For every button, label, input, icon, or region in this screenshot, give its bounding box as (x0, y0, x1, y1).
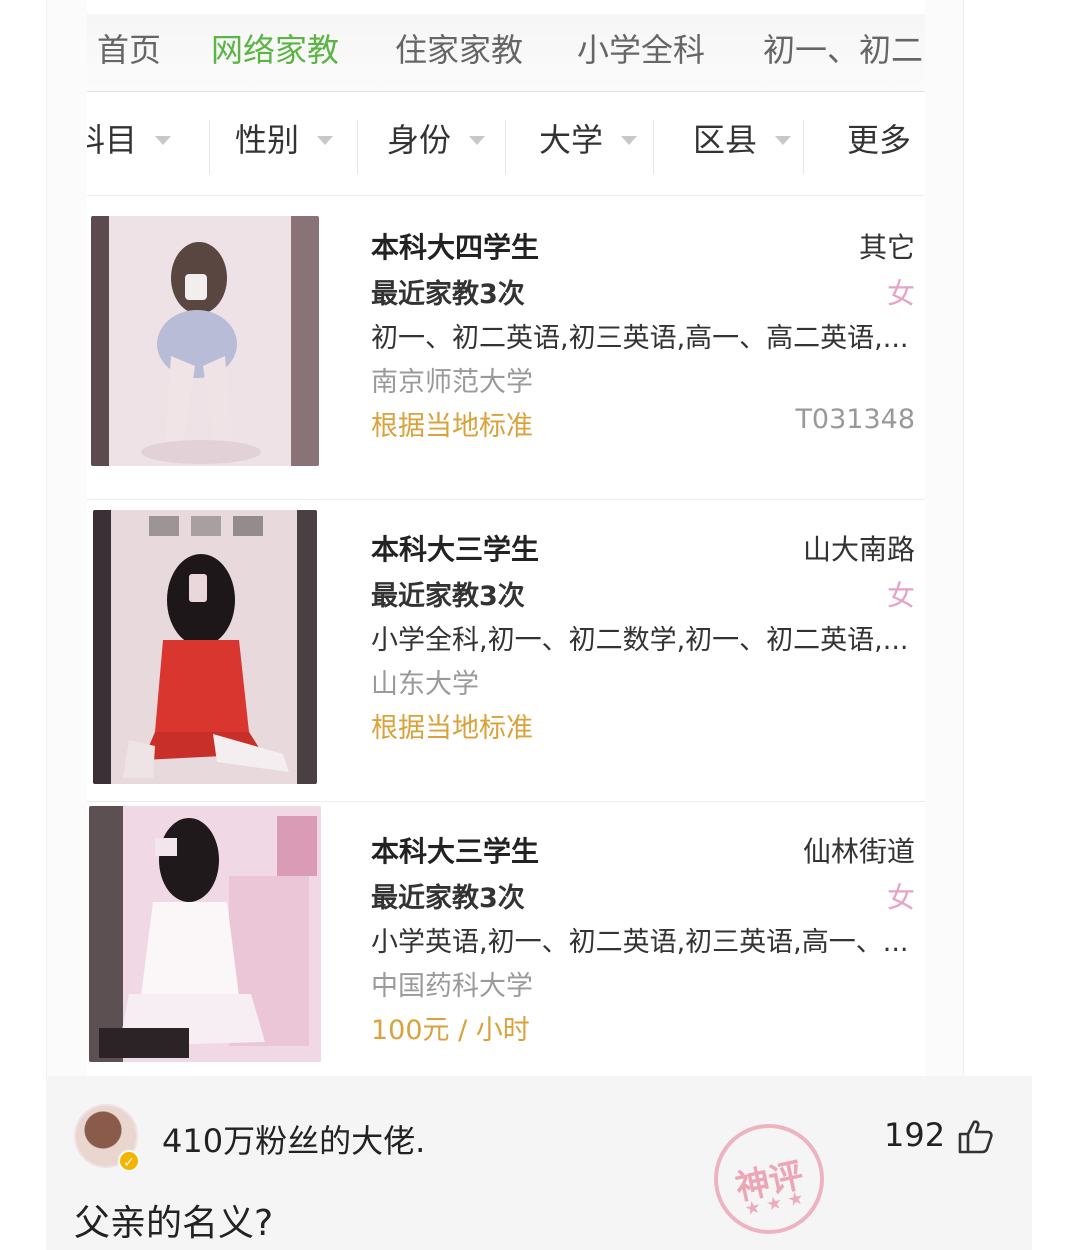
filter-divider (357, 120, 358, 174)
tutor-location: 其它 (858, 231, 915, 264)
tutor-photo (89, 806, 321, 1062)
tutor-subjects: 小学英语,初一、初二英语,初三英语,高一、... (371, 927, 909, 958)
chevron-down-icon (469, 135, 486, 145)
chevron-down-icon (155, 135, 172, 145)
tutor-price: 100元 / 小时 (371, 1015, 530, 1046)
tutor-location: 山大南路 (802, 533, 915, 566)
like-icon[interactable] (954, 1116, 996, 1158)
filter-identity[interactable]: 身份 (387, 114, 486, 174)
tutor-degree: 本科大四学生 (371, 231, 540, 264)
filter-divider (209, 120, 210, 174)
tutor-photo-image (93, 510, 317, 784)
tutor-photo-image (91, 216, 319, 466)
tutor-gender: 女 (886, 881, 915, 914)
tutor-listing[interactable]: 本科大四学生 最近家教3次 初一、初二英语,初三英语,高一、高二英语,... 南… (87, 198, 925, 500)
tab-home[interactable]: 首页 (97, 24, 161, 90)
tutor-lesson-count: 最近家教3次 (371, 883, 525, 914)
comment-text: 父亲的名义? (74, 1203, 274, 1244)
tutor-listing[interactable]: 本科大三学生 最近家教3次 小学全科,初一、初二数学,初一、初二英语,... 山… (87, 500, 925, 802)
top-comment: ✓ 410万粉丝的大佬. 神评 ★ ★ ★ 192 父亲的名义? (46, 1076, 1032, 1250)
tutor-price: 根据当地标准 (371, 411, 533, 442)
tutor-university: 山东大学 (371, 669, 479, 700)
tutor-photo-image (89, 806, 321, 1062)
chevron-down-icon (621, 135, 638, 145)
tutor-degree: 本科大三学生 (371, 533, 540, 566)
filter-district-label: 区县 (693, 121, 758, 159)
tutor-gender: 女 (886, 579, 915, 612)
tutor-price: 根据当地标准 (371, 713, 533, 744)
tutor-photo (91, 216, 319, 466)
tutor-id: T031348 (795, 404, 915, 435)
tutor-app-screen: 首页 网络家教 住家家教 小学全科 初一、初二 科目 性别 身份 大学 区县 更… (87, 0, 925, 1076)
tutor-photo (93, 510, 317, 784)
tutor-university: 中国药科大学 (371, 971, 533, 1002)
filter-more[interactable]: 更多 (847, 114, 911, 174)
filter-subject-label: 科目 (87, 121, 138, 159)
tutor-subjects: 初一、初二英语,初三英语,高一、高二英语,... (371, 323, 909, 354)
filter-university-label: 大学 (539, 121, 604, 159)
filter-divider (653, 120, 654, 174)
tab-online-tutor[interactable]: 网络家教 (211, 24, 339, 90)
verified-badge-icon: ✓ (118, 1150, 140, 1172)
tutor-subjects: 小学全科,初一、初二数学,初一、初二英语,... (371, 625, 909, 656)
featured-comment-stamp: 神评 ★ ★ ★ (703, 1113, 835, 1245)
filter-divider (803, 120, 804, 174)
tutor-degree: 本科大三学生 (371, 835, 540, 868)
filter-gender[interactable]: 性别 (235, 114, 334, 174)
chevron-down-icon (317, 135, 334, 145)
filter-divider (505, 120, 506, 174)
tutor-gender: 女 (886, 277, 915, 310)
filter-subject[interactable]: 科目 (87, 114, 172, 174)
filter-gender-label: 性别 (235, 121, 300, 159)
tutor-university: 南京师范大学 (371, 367, 533, 398)
tutor-lesson-count: 最近家教3次 (371, 581, 525, 612)
chevron-down-icon (775, 135, 792, 145)
tab-grade-1-2[interactable]: 初一、初二 (763, 24, 923, 90)
category-tabs: 首页 网络家教 住家家教 小学全科 初一、初二 (87, 14, 925, 92)
tab-primary-all-subjects[interactable]: 小学全科 (577, 24, 705, 90)
filter-district[interactable]: 区县 (693, 114, 792, 174)
tab-live-in-tutor[interactable]: 住家家教 (395, 24, 523, 90)
filter-university[interactable]: 大学 (539, 114, 638, 174)
filter-identity-label: 身份 (387, 121, 452, 159)
like-count: 192 (884, 1116, 946, 1154)
tutor-lesson-count: 最近家教3次 (371, 279, 525, 310)
tutor-listing[interactable]: 本科大三学生 最近家教3次 小学英语,初一、初二英语,初三英语,高一、... 中… (87, 802, 925, 1076)
filter-bar: 科目 性别 身份 大学 区县 更多 (87, 92, 925, 196)
comment-username[interactable]: 410万粉丝的大佬. (162, 1116, 425, 1162)
tutor-location: 仙林街道 (802, 835, 915, 868)
embedded-screenshot: 首页 网络家教 住家家教 小学全科 初一、初二 科目 性别 身份 大学 区县 更… (46, 0, 964, 1076)
